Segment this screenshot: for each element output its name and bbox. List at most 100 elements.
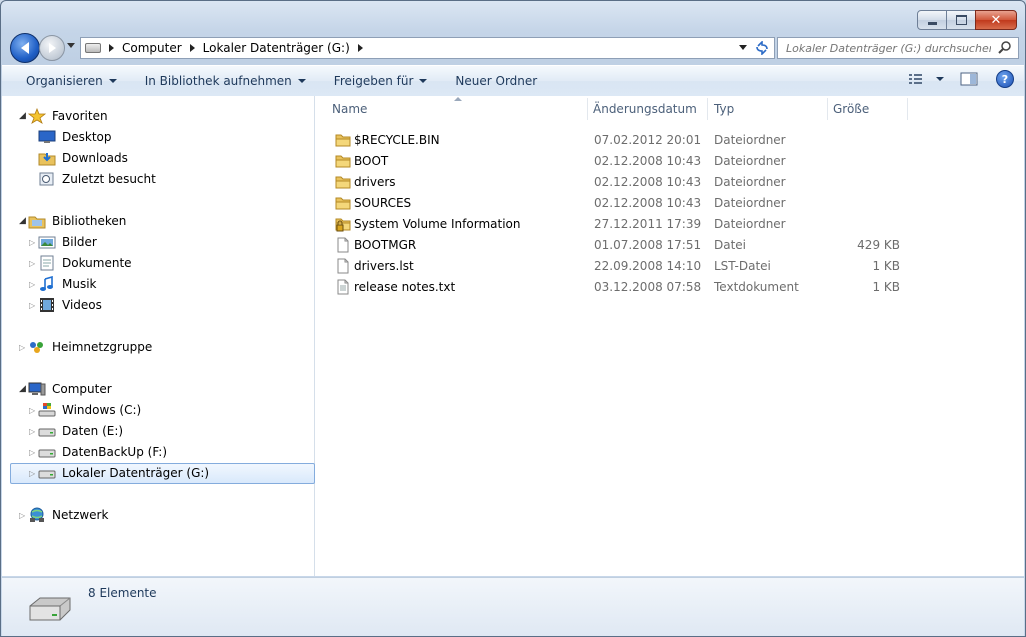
- collapsed-arrow-icon[interactable]: ▷: [29, 238, 38, 247]
- chevron-down-icon[interactable]: [936, 77, 944, 81]
- tree-label: Heimnetzgruppe: [52, 340, 153, 354]
- refresh-button[interactable]: [750, 37, 775, 59]
- forward-button[interactable]: [39, 35, 65, 61]
- file-icon: [335, 237, 351, 256]
- collapsed-arrow-icon[interactable]: ▷: [19, 343, 28, 352]
- breadcrumb-separator[interactable]: [189, 44, 195, 52]
- column-header-date[interactable]: Änderungsdatum: [593, 102, 697, 116]
- breadcrumb-separator[interactable]: [109, 44, 114, 52]
- expanded-arrow-icon[interactable]: ◢: [19, 111, 28, 121]
- tree-label: Musik: [62, 277, 97, 291]
- sidebar-item-music[interactable]: ▷ Musik: [29, 274, 97, 294]
- tree-favorites[interactable]: ◢ Favoriten: [19, 106, 108, 126]
- new-folder-button[interactable]: Neuer Ordner: [446, 70, 546, 92]
- desktop-icon: [38, 130, 56, 143]
- file-name: release notes.txt: [354, 280, 456, 294]
- file-name: drivers.lst: [354, 259, 414, 273]
- sidebar-item-videos[interactable]: ▷ Videos: [29, 295, 102, 315]
- change-view-button[interactable]: [908, 72, 944, 86]
- expanded-arrow-icon[interactable]: ◢: [19, 384, 28, 394]
- sidebar-item-pictures[interactable]: ▷ Bilder: [29, 232, 97, 252]
- breadcrumb-computer[interactable]: Computer: [122, 41, 182, 55]
- column-divider[interactable]: [707, 98, 708, 120]
- table-row[interactable]: drivers.lst 22.09.2008 14:10 LST-Datei 1 KB: [329, 255, 909, 276]
- column-headers: Name Änderungsdatum Typ Größe: [315, 96, 1024, 122]
- tree-label: Computer: [52, 382, 112, 396]
- refresh-icon: [756, 41, 768, 55]
- sidebar-item-documents[interactable]: ▷ Dokumente: [29, 253, 132, 273]
- sidebar-item-desktop[interactable]: Desktop: [38, 127, 112, 147]
- tree-libraries[interactable]: ◢ Bibliotheken: [19, 211, 126, 231]
- table-row[interactable]: System Volume Information 27.12.2011 17:3…: [329, 213, 909, 234]
- breadcrumb-drive[interactable]: Lokaler Datenträger (G:): [203, 41, 350, 55]
- drive-icon: [38, 428, 56, 437]
- sort-ascending-icon: [454, 97, 462, 101]
- recent-places-icon: [39, 172, 54, 186]
- back-button[interactable]: [10, 33, 40, 63]
- minimize-button[interactable]: [917, 10, 947, 30]
- search-input[interactable]: [784, 40, 993, 56]
- close-button[interactable]: ✕: [975, 10, 1017, 30]
- close-icon: ✕: [990, 12, 1002, 28]
- collapsed-arrow-icon[interactable]: ▷: [29, 469, 38, 478]
- file-date: 02.12.2008 10:43: [594, 154, 702, 168]
- chevron-down-icon: [297, 79, 306, 83]
- tree-homegroup[interactable]: ▷ Heimnetzgruppe: [19, 337, 152, 357]
- collapsed-arrow-icon[interactable]: ▷: [29, 301, 38, 310]
- music-icon: [40, 276, 53, 291]
- sidebar-item-recent[interactable]: Zuletzt besucht: [38, 169, 156, 189]
- table-row[interactable]: release notes.txt 03.12.2008 07:58 Textdok…: [329, 276, 909, 297]
- file-list-pane: Name Änderungsdatum Typ Größe $RECYCLE.B…: [315, 96, 1024, 576]
- collapsed-arrow-icon[interactable]: ▷: [29, 280, 38, 289]
- drive-icon: [38, 449, 56, 458]
- maximize-button[interactable]: [946, 10, 976, 30]
- table-row[interactable]: $RECYCLE.BIN 07.02.2012 20:01 Dateiordner: [329, 129, 909, 150]
- share-with-button[interactable]: Freigeben für: [325, 70, 437, 92]
- column-divider[interactable]: [827, 98, 828, 120]
- downloads-icon: [38, 153, 56, 166]
- address-bar[interactable]: Computer Lokaler Datenträger (G:): [80, 37, 752, 59]
- tree-label: Dokumente: [62, 256, 132, 270]
- table-row[interactable]: BOOT 02.12.2008 10:43 Dateiordner: [329, 150, 909, 171]
- collapsed-arrow-icon[interactable]: ▷: [29, 427, 38, 436]
- sidebar-item-drive-g[interactable]: ▷ Lokaler Datenträger (G:): [29, 463, 209, 483]
- chevron-down-icon: [108, 79, 117, 83]
- explorer-window: ✕ Computer Lokaler Datenträger (G:) Loka…: [0, 0, 1026, 637]
- sidebar-item-drive-e[interactable]: ▷ Daten (E:): [29, 421, 123, 441]
- collapsed-arrow-icon[interactable]: ▷: [29, 406, 38, 415]
- file-date: 03.12.2008 07:58: [594, 280, 702, 294]
- file-type: Textdokument: [714, 280, 799, 294]
- navigation-pane: ◢ Favoriten Desktop Downloads Zuletzt be…: [2, 96, 315, 576]
- column-divider[interactable]: [587, 98, 588, 120]
- collapsed-arrow-icon[interactable]: ▷: [19, 511, 28, 520]
- collapsed-arrow-icon[interactable]: ▷: [29, 259, 38, 268]
- include-in-library-button[interactable]: In Bibliothek aufnehmen: [136, 70, 315, 92]
- preview-pane-icon[interactable]: [960, 71, 978, 87]
- table-row[interactable]: BOOTMGR 01.07.2008 17:51 Datei 429 KB: [329, 234, 909, 255]
- recent-pages-dropdown[interactable]: [67, 43, 75, 48]
- column-divider[interactable]: [907, 98, 908, 120]
- address-history-dropdown[interactable]: [739, 45, 747, 50]
- tree-computer[interactable]: ◢ Computer: [19, 379, 112, 399]
- maximize-icon: [955, 15, 967, 25]
- file-size: 1 KB: [872, 280, 900, 294]
- expanded-arrow-icon[interactable]: ◢: [19, 216, 28, 226]
- folder-icon: [335, 195, 351, 214]
- sidebar-item-drive-f[interactable]: ▷ DatenBackUp (F:): [29, 442, 167, 462]
- column-header-type[interactable]: Typ: [714, 102, 734, 116]
- sidebar-item-downloads[interactable]: Downloads: [38, 148, 128, 168]
- help-button[interactable]: ?: [996, 70, 1014, 88]
- organize-button[interactable]: Organisieren: [17, 70, 126, 92]
- table-row[interactable]: SOURCES 02.12.2008 10:43 Dateiordner: [329, 192, 909, 213]
- table-row[interactable]: drivers 02.12.2008 10:43 Dateiordner: [329, 171, 909, 192]
- file-type: Dateiordner: [714, 196, 786, 210]
- organize-label: Organisieren: [26, 74, 103, 88]
- tree-network[interactable]: ▷ Netzwerk: [19, 505, 108, 525]
- breadcrumb-separator[interactable]: [357, 44, 363, 52]
- search-icon[interactable]: [998, 40, 1012, 54]
- column-header-name[interactable]: Name: [332, 102, 367, 116]
- collapsed-arrow-icon[interactable]: ▷: [29, 448, 38, 457]
- sidebar-item-drive-c[interactable]: ▷ Windows (C:): [29, 400, 141, 420]
- search-box[interactable]: [777, 37, 1019, 59]
- column-header-size[interactable]: Größe: [833, 102, 869, 116]
